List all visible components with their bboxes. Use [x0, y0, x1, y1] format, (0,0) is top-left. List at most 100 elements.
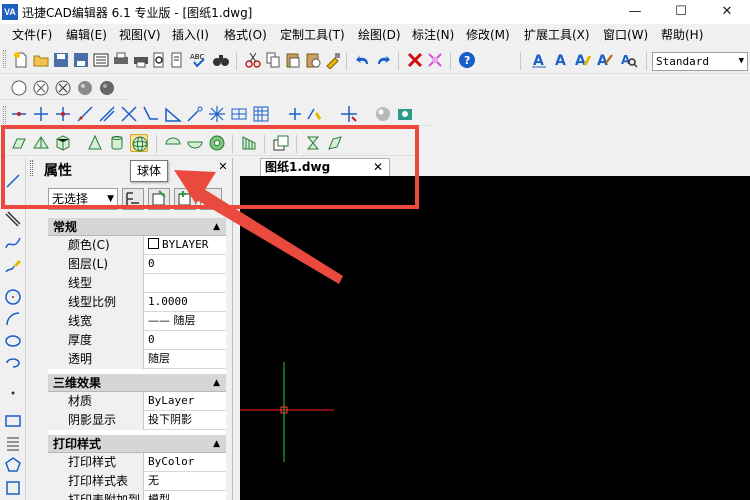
drawing-canvas[interactable]: [240, 176, 750, 500]
rectangle-icon[interactable]: [4, 412, 22, 430]
redo-icon[interactable]: [374, 51, 392, 69]
radius-dimension-icon[interactable]: [76, 105, 94, 123]
menu-view[interactable]: 视图(V): [119, 26, 161, 43]
ordinate-dimension-icon[interactable]: [54, 105, 72, 123]
table-icon[interactable]: [252, 105, 270, 123]
dimension-edit-icon[interactable]: [286, 105, 304, 123]
continue-dimension-icon[interactable]: [164, 105, 182, 123]
edit-text-icon[interactable]: A: [596, 51, 614, 69]
point-icon[interactable]: [4, 384, 22, 402]
property-value[interactable]: 1.0000: [145, 293, 226, 312]
property-value[interactable]: 投下阴影: [145, 411, 226, 430]
property-value[interactable]: [145, 274, 226, 293]
menu-edit[interactable]: 编辑(E): [66, 26, 107, 43]
menu-help[interactable]: 帮助(H): [661, 26, 703, 43]
property-value[interactable]: 0: [145, 255, 226, 274]
multiline-text-icon[interactable]: A: [574, 51, 592, 69]
arc-icon[interactable]: [4, 310, 22, 328]
section-3d-header[interactable]: 三维效果 ▲: [48, 374, 226, 392]
find-icon[interactable]: [212, 51, 230, 69]
print-preview-icon[interactable]: [150, 51, 168, 69]
property-row[interactable]: 线宽 —— 随层: [48, 312, 226, 331]
menu-custom-tools[interactable]: 定制工具(T): [280, 26, 345, 43]
property-row[interactable]: 透明 随层: [48, 350, 226, 369]
menu-file[interactable]: 文件(F): [12, 26, 52, 43]
print-setup-icon[interactable]: [112, 51, 130, 69]
maximize-button[interactable]: ☐: [658, 0, 704, 24]
property-value[interactable]: 0: [145, 331, 226, 350]
property-value[interactable]: ByLayer: [145, 392, 226, 411]
publish-icon[interactable]: [168, 51, 186, 69]
menu-modify[interactable]: 修改(M): [466, 26, 510, 43]
property-value[interactable]: BYLAYER: [145, 236, 226, 255]
realistic-style-icon[interactable]: [54, 79, 72, 97]
new-file-icon[interactable]: [12, 51, 30, 69]
polygon-icon[interactable]: [4, 456, 22, 474]
dimension-update-icon[interactable]: [306, 105, 324, 123]
multiline-icon[interactable]: [4, 210, 22, 228]
spell-check-icon[interactable]: ABC: [190, 51, 208, 69]
helix-icon[interactable]: [4, 434, 22, 452]
open-folder-icon[interactable]: [32, 51, 50, 69]
property-row[interactable]: 阴影显示 投下阴影: [48, 411, 226, 430]
render-icon[interactable]: [374, 105, 392, 123]
toolbar-grip[interactable]: [3, 50, 6, 68]
diameter-dimension-icon[interactable]: [98, 105, 116, 123]
property-row[interactable]: 图层(L) 0: [48, 255, 226, 274]
property-value[interactable]: 无: [145, 472, 226, 491]
circle-icon[interactable]: [4, 288, 22, 306]
property-value[interactable]: 模型: [145, 491, 226, 500]
menu-draw[interactable]: 绘图(D): [358, 26, 401, 43]
cut-icon[interactable]: [244, 51, 262, 69]
menu-insert[interactable]: 插入(I): [172, 26, 209, 43]
sketch-icon[interactable]: [4, 258, 22, 276]
collapse-icon[interactable]: ▲: [213, 218, 220, 236]
collapse-icon[interactable]: ▲: [213, 374, 220, 392]
delete-icon[interactable]: [406, 51, 424, 69]
property-value[interactable]: —— 随层: [145, 312, 226, 331]
property-row[interactable]: 打印样式 ByColor: [48, 453, 226, 472]
toolbar-grip[interactable]: [3, 106, 6, 124]
revision-cloud-icon[interactable]: [4, 478, 22, 496]
close-button[interactable]: ✕: [704, 0, 750, 24]
save-as-icon[interactable]: [72, 51, 90, 69]
ellipse-icon[interactable]: [4, 332, 22, 350]
match-properties-icon[interactable]: [324, 51, 342, 69]
find-text-icon[interactable]: A: [620, 51, 638, 69]
property-row[interactable]: 线型: [48, 274, 226, 293]
single-line-text-icon[interactable]: A: [552, 51, 570, 69]
property-row[interactable]: 颜色(C) BYLAYER: [48, 236, 226, 255]
text-style-icon[interactable]: A: [530, 51, 548, 69]
property-row[interactable]: 打印表附加到 模型: [48, 491, 226, 500]
paste-icon[interactable]: [284, 51, 302, 69]
conceptual-style-icon[interactable]: [76, 79, 94, 97]
linear-dimension-icon[interactable]: [10, 105, 28, 123]
baseline-dimension-icon[interactable]: [142, 105, 160, 123]
hidden-style-icon[interactable]: [32, 79, 50, 97]
property-row[interactable]: 材质 ByLayer: [48, 392, 226, 411]
render-window-icon[interactable]: [396, 105, 414, 123]
menu-extension-tools[interactable]: 扩展工具(X): [524, 26, 590, 43]
menu-dimension[interactable]: 标注(N): [412, 26, 454, 43]
print-icon[interactable]: [132, 51, 150, 69]
menu-window[interactable]: 窗口(W): [603, 26, 648, 43]
shaded-style-icon[interactable]: [98, 79, 116, 97]
copy-icon[interactable]: [264, 51, 282, 69]
property-value[interactable]: ByColor: [145, 453, 226, 472]
paste-special-icon[interactable]: [304, 51, 322, 69]
collapse-icon[interactable]: ▲: [213, 435, 220, 453]
quick-leader-icon[interactable]: [186, 105, 204, 123]
undo-icon[interactable]: [354, 51, 372, 69]
section-general-header[interactable]: 常规 ▲: [48, 218, 226, 236]
wireframe-style-icon[interactable]: [10, 79, 28, 97]
property-row[interactable]: 线型比例 1.0000: [48, 293, 226, 312]
section-plot-style-header[interactable]: 打印样式 ▲: [48, 435, 226, 453]
property-row[interactable]: 打印样式表 无: [48, 472, 226, 491]
property-row[interactable]: 厚度 0: [48, 331, 226, 350]
tolerance-icon[interactable]: [230, 105, 248, 123]
text-style-select[interactable]: Standard ▼: [652, 52, 748, 71]
purge-icon[interactable]: [426, 51, 444, 69]
property-value[interactable]: 随层: [145, 350, 226, 369]
minimize-button[interactable]: —: [612, 0, 658, 24]
spline-icon[interactable]: [4, 234, 22, 252]
